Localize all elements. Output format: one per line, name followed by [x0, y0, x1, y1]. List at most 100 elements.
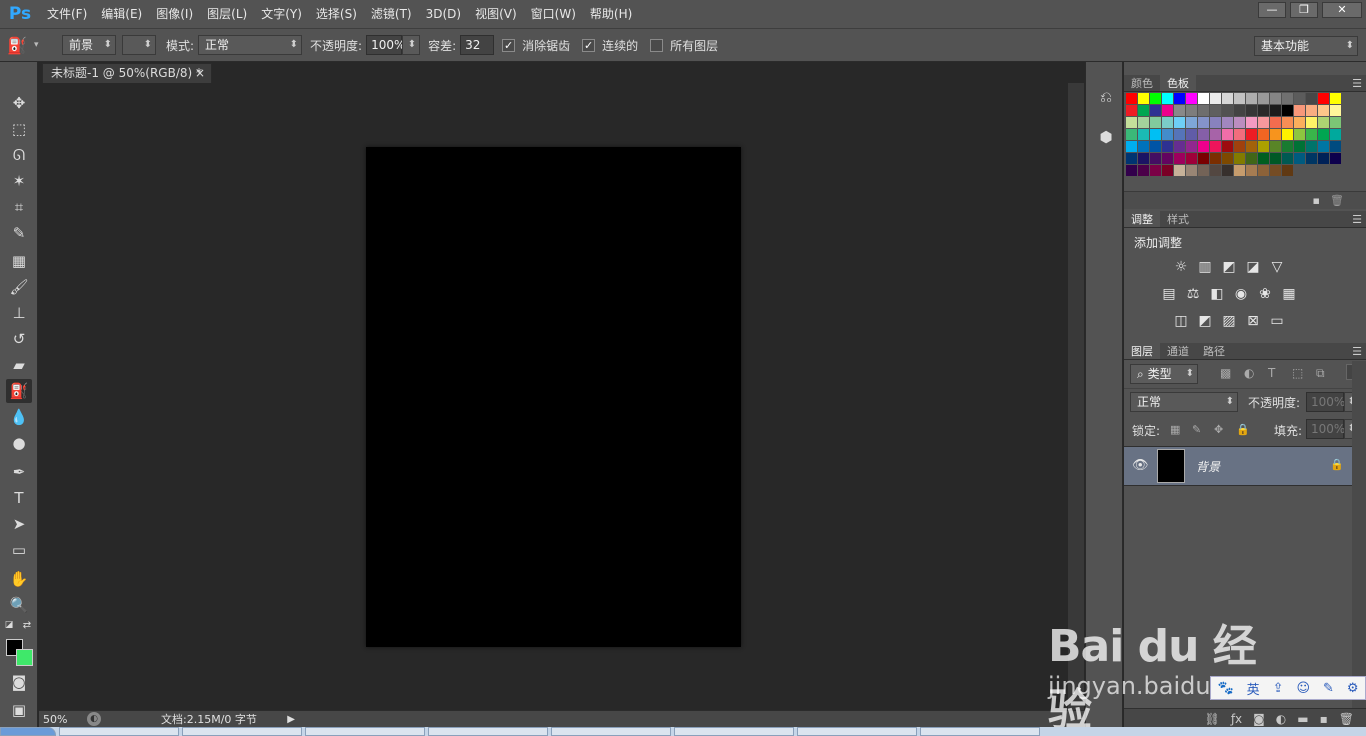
rectangle-tool-icon[interactable]: ▭ [6, 538, 32, 562]
color-swatch[interactable] [1318, 153, 1329, 164]
color-swatch[interactable] [1306, 117, 1317, 128]
threshold-adjustment-icon[interactable]: ▨ [1220, 312, 1238, 330]
layer-opacity-input[interactable]: 100% [1306, 392, 1345, 412]
color-swatch[interactable] [1318, 141, 1329, 152]
color-swatch[interactable] [1258, 165, 1269, 176]
color-swatch[interactable] [1150, 117, 1161, 128]
pattern-picker[interactable] [122, 35, 156, 55]
color-swatch[interactable] [1306, 93, 1317, 104]
invert-adjustment-icon[interactable]: ◫ [1172, 312, 1190, 330]
color-swatch[interactable] [1282, 165, 1293, 176]
color-swatch[interactable] [1186, 153, 1197, 164]
color-swatch[interactable] [1186, 117, 1197, 128]
layers-scrollbar[interactable] [1352, 361, 1366, 708]
color-swatch[interactable] [1126, 153, 1137, 164]
color-swatch[interactable] [1186, 105, 1197, 116]
taskbar-item-7[interactable] [797, 727, 917, 736]
vertical-scrollbar[interactable] [1068, 83, 1084, 710]
taskbar-item-2[interactable] [182, 727, 302, 736]
zoom-level[interactable]: 50% [39, 713, 87, 726]
color-swatch[interactable] [1150, 93, 1161, 104]
color-swatch[interactable] [1258, 105, 1269, 116]
color-swatch[interactable] [1162, 105, 1173, 116]
healing-brush-tool-icon[interactable]: ▦ [6, 249, 32, 273]
color-swatch[interactable] [1246, 141, 1257, 152]
color-swatch[interactable] [1138, 141, 1149, 152]
blur-tool-icon[interactable]: 💧 [6, 405, 32, 429]
color-swatch[interactable] [1222, 141, 1233, 152]
lock-all-icon[interactable]: 🔒 [1236, 423, 1250, 436]
color-swatch[interactable] [1126, 117, 1137, 128]
color-swatch[interactable] [1306, 105, 1317, 116]
color-swatch[interactable] [1270, 129, 1281, 140]
color-swatch[interactable] [1162, 117, 1173, 128]
magic-wand-tool-icon[interactable]: ✶ [6, 169, 32, 193]
menu-select[interactable]: 选择(S) [309, 0, 364, 28]
color-swatch[interactable] [1330, 141, 1341, 152]
color-swatch[interactable] [1282, 93, 1293, 104]
start-button[interactable] [0, 727, 56, 736]
color-swatch[interactable] [1150, 129, 1161, 140]
menu-type[interactable]: 文字(Y) [254, 0, 309, 28]
color-swatch[interactable] [1150, 105, 1161, 116]
color-swatch[interactable] [1186, 165, 1197, 176]
color-swatch[interactable] [1270, 153, 1281, 164]
color-swatch[interactable] [1318, 129, 1329, 140]
canvas-area[interactable] [39, 83, 1085, 710]
swap-colors-icon[interactable]: ⇄ [20, 618, 34, 632]
color-swatch[interactable] [1162, 129, 1173, 140]
tab-channels[interactable]: 通道 [1160, 343, 1196, 359]
default-colors-icon[interactable]: ◪ [2, 618, 16, 632]
vibrance-adjustment-icon[interactable]: ▽ [1268, 258, 1286, 276]
fill-input[interactable]: 100% [1306, 419, 1345, 439]
new-layer-icon[interactable]: ▪ [1320, 712, 1328, 726]
menu-image[interactable]: 图像(I) [149, 0, 200, 28]
color-swatch[interactable] [1150, 165, 1161, 176]
color-swatch[interactable] [1210, 153, 1221, 164]
color-swatch[interactable] [1330, 105, 1341, 116]
color-swatch[interactable] [1138, 117, 1149, 128]
color-swatch[interactable] [1246, 117, 1257, 128]
color-swatch[interactable] [1138, 153, 1149, 164]
status-menu-arrow-icon[interactable]: ▶ [287, 714, 295, 725]
lasso-tool-icon[interactable]: ᘏ [6, 143, 32, 167]
color-swatch[interactable] [1282, 141, 1293, 152]
color-swatch[interactable] [1138, 93, 1149, 104]
color-swatch[interactable] [1306, 129, 1317, 140]
color-swatch[interactable] [1234, 141, 1245, 152]
eraser-tool-icon[interactable]: ▰ [6, 353, 32, 377]
photo-filter-adjustment-icon[interactable]: ◉ [1232, 285, 1250, 303]
minimize-button[interactable]: — [1258, 2, 1286, 18]
color-swatch[interactable] [1174, 105, 1185, 116]
color-swatch[interactable] [1234, 105, 1245, 116]
color-swatch[interactable] [1282, 153, 1293, 164]
menu-view[interactable]: 视图(V) [468, 0, 524, 28]
layer-name[interactable]: 背景 [1196, 458, 1220, 475]
color-swatch[interactable] [1330, 117, 1341, 128]
color-swatch[interactable] [1270, 117, 1281, 128]
quick-mask-icon[interactable]: ◙ [6, 670, 32, 694]
clone-stamp-tool-icon[interactable]: ⊥ [6, 301, 32, 325]
color-swatch[interactable] [1330, 129, 1341, 140]
color-swatch[interactable] [1318, 105, 1329, 116]
color-swatch[interactable] [1258, 141, 1269, 152]
color-swatch[interactable] [1210, 105, 1221, 116]
close-document-icon[interactable]: × [195, 64, 205, 83]
layers-menu-icon[interactable]: ☰ [1352, 343, 1362, 360]
close-button[interactable]: ✕ [1322, 2, 1362, 18]
marquee-tool-icon[interactable]: ⬚ [6, 117, 32, 141]
color-swatch[interactable] [1222, 153, 1233, 164]
tab-layers[interactable]: 图层 [1124, 343, 1160, 359]
color-swatch[interactable] [1210, 93, 1221, 104]
color-swatch[interactable] [1138, 129, 1149, 140]
color-swatch[interactable] [1294, 117, 1305, 128]
layer-filter-type-select[interactable]: ⌕ 类型 [1130, 364, 1198, 384]
color-swatch[interactable] [1330, 93, 1341, 104]
color-swatch[interactable] [1234, 117, 1245, 128]
menu-3d[interactable]: 3D(D) [419, 0, 468, 28]
color-swatch[interactable] [1174, 141, 1185, 152]
color-swatch[interactable] [1174, 117, 1185, 128]
levels-adjustment-icon[interactable]: ▥ [1196, 258, 1214, 276]
ime-emoji-icon[interactable]: ☺ [1296, 681, 1310, 696]
color-swatch[interactable] [1126, 165, 1137, 176]
